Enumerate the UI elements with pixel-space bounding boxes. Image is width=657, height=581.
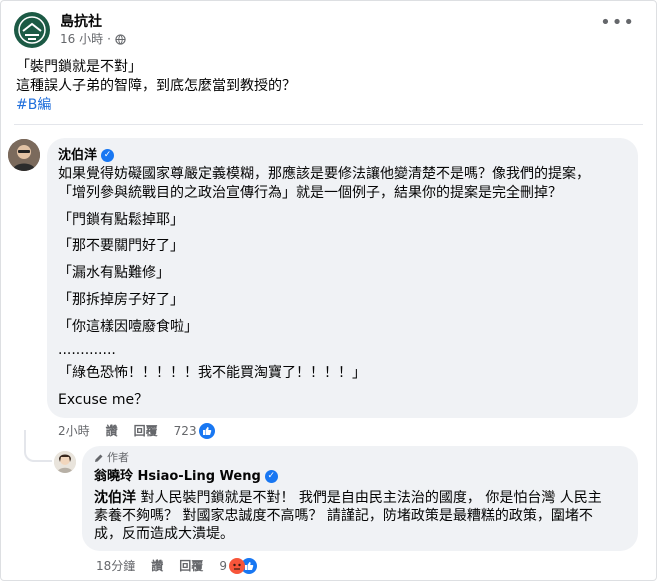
reply-bubble: 作者 翁曉玲 Hsiao-Ling Weng ✓ 沈伯洋 對人民裝門鎖就是不對！… [82,446,638,551]
reply-line: 素養不夠嗎？ 對國家忠誠度不高嗎？ 請謹記，防堵政策是最糟糕的政策，圍堵不 [94,508,593,524]
comment-line: 「那不要關門好了」 [58,238,184,254]
comment-time[interactable]: 2小時 [58,422,90,439]
reply-button[interactable]: 回覆 [134,422,158,439]
reply-author-avatar[interactable] [54,451,76,473]
post-time[interactable]: 16 小時 [60,31,103,47]
globe-icon [115,33,126,45]
post-line-2: 這種誤人子弟的智障，到底怎麼當到教授的？ [16,78,296,94]
angry-face-icon [228,557,245,574]
author-tag-label: 作者 [107,451,129,464]
more-options-icon[interactable]: ••• [600,14,635,32]
page-name[interactable]: 島抗社 [60,13,126,31]
comment-line: Excuse me？ [58,392,149,408]
verified-badge-icon: ✓ [264,470,278,483]
hashtag-link[interactable]: #B編 [16,96,296,115]
comment-line: 「綠色恐怖！！！！！我不能買淘寶了！！！！」 [58,365,366,381]
person-photo-icon [54,451,76,473]
comment-line: 「增列參與統戰目的之政治宣傳行為」就是一個例子，結果你的提案是完全刪掉？ [58,185,562,201]
reply-actions: 18分鐘 讚 回覆 9 [96,557,257,574]
comment-line: 「那拆掉房子好了」 [58,292,184,308]
reply-line: 沈伯洋 對人民裝門鎖就是不對！ 我們是自由民主法治的國度， 你是怕台灣 人民主 [94,489,602,507]
reply-time[interactable]: 18分鐘 [96,557,135,574]
mention-link[interactable]: 沈伯洋 [94,490,136,506]
comment-line: 「門鎖有點鬆掉耶」 [58,212,184,228]
pencil-icon [95,454,103,462]
comment-line: 「你這樣因噎廢食啦」 [58,319,198,335]
post-header: 島抗社 16 小時 · [14,12,126,48]
author-tag: 作者 [94,451,129,465]
reply-line: 成，反而造成大潰堤。 [94,526,234,542]
comment-line: 「漏水有點難修」 [58,265,170,281]
reaction-count[interactable]: 9 [219,559,227,573]
reply-author[interactable]: 翁曉玲 Hsiao-Ling Weng [94,468,261,485]
post-timestamp: 16 小時 · [60,31,126,47]
comment-author[interactable]: 沈伯洋 [58,147,97,164]
comment-line: ............. [58,342,116,358]
like-thumb-icon [198,422,215,439]
page-avatar[interactable] [14,12,50,48]
comment-line: 如果覺得妨礙國家尊嚴定義模糊，那應該是要修法讓他變清楚不是嗎？像我們的提案， [58,166,590,182]
post-line-1: 「裝門鎖就是不對」 [16,59,142,75]
like-button[interactable]: 讚 [151,557,163,574]
reply-author-row: 翁曉玲 Hsiao-Ling Weng ✓ [94,468,278,485]
person-photo-icon [8,139,40,171]
like-button[interactable]: 讚 [106,422,118,439]
divider [14,124,643,125]
comment-bubble: 沈伯洋 ✓ 如果覺得妨礙國家尊嚴定義模糊，那應該是要修法讓他變清楚不是嗎？像我們… [47,138,638,418]
island-logo-icon [18,16,46,44]
reaction-count[interactable]: 723 [174,424,197,438]
reply-text: 對人民裝門鎖就是不對！ 我們是自由民主法治的國度， 你是怕台灣 人民主 [136,490,602,506]
dot-separator: · [107,32,111,46]
reply-button[interactable]: 回覆 [179,557,203,574]
thread-connector [24,430,52,462]
post-body: 「裝門鎖就是不對」 這種誤人子弟的智障，到底怎麼當到教授的？ #B編 [16,58,296,115]
comment-actions: 2小時 讚 回覆 723 [58,422,215,439]
comment-author-row: 沈伯洋 ✓ [58,147,115,164]
commenter-avatar[interactable] [8,139,40,171]
verified-badge-icon: ✓ [101,149,115,162]
